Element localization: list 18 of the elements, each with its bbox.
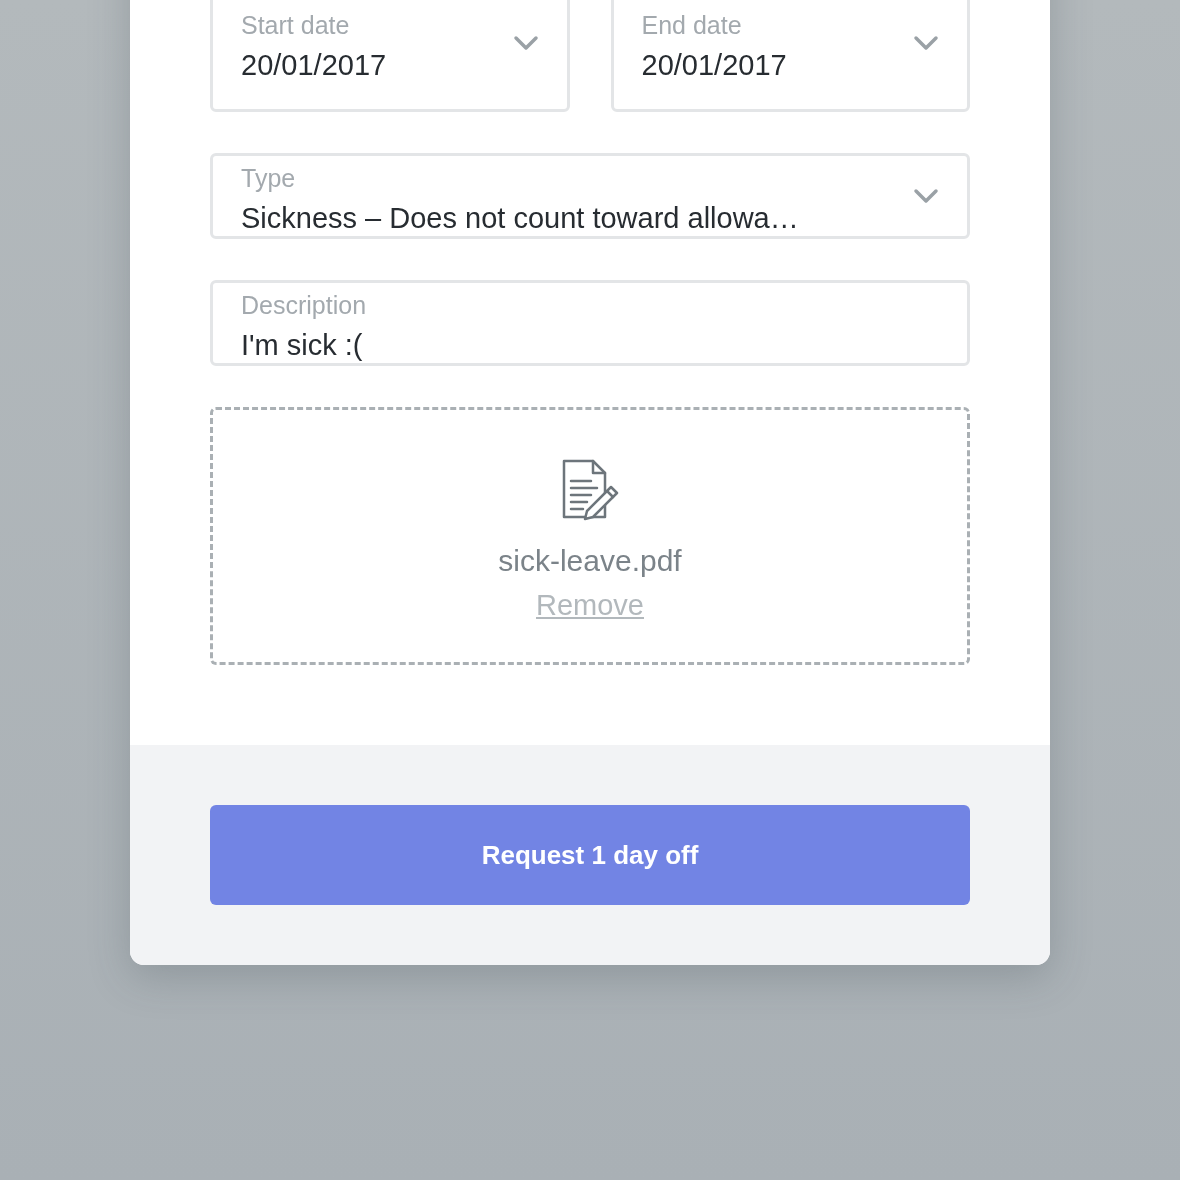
field-value: 20/01/2017 [641,47,787,83]
description-field[interactable]: Description I'm sick :( [210,280,970,366]
document-pencil-icon [561,459,619,521]
date-dropdown[interactable]: End date 20/01/2017 [610,0,970,112]
field-label: Description [241,290,367,321]
file-name: sick-leave.pdf [498,543,682,579]
chevron-down-icon [913,188,939,204]
field-value: I'm sick :( [241,328,363,363]
field-label: End date [641,9,742,41]
field-label: Start date [241,9,350,41]
field-label: Type [241,163,296,194]
chevron-down-icon [512,34,539,51]
chevron-down-icon [913,34,939,51]
date-dropdown[interactable]: Start date 20/01/2017 [210,0,570,112]
field-value: 20/01/2017 [241,47,387,83]
field-value: Sickness – Does not count toward allowa… [241,201,799,236]
type-dropdown[interactable]: Type Sickness – Does not count toward allowa… [210,153,970,239]
file-drop-zone[interactable]: sick-leave.pdf Remove [210,407,970,665]
